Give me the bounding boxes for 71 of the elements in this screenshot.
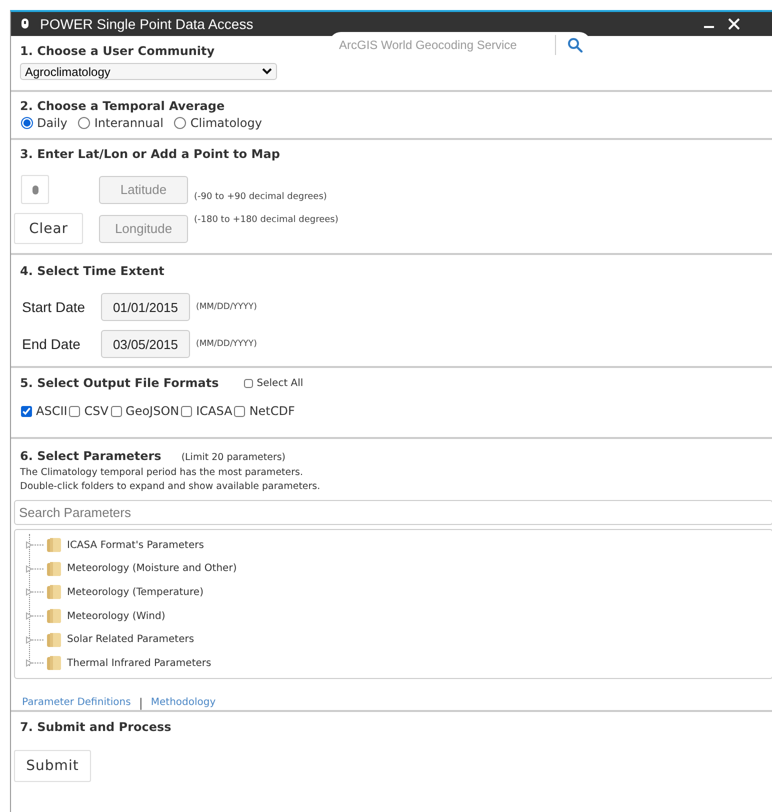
hint-text: (MM/DD/YYYY) <box>195 302 258 312</box>
field-label: Start Date <box>21 299 86 315</box>
field-label: End Date <box>21 336 82 352</box>
expander-icon[interactable] <box>26 541 46 550</box>
hint-text: (MM/DD/YYYY) <box>195 339 258 349</box>
expander-icon[interactable] <box>26 636 46 644</box>
radio-label: Climatology <box>190 116 262 130</box>
checkbox[interactable] <box>244 378 253 388</box>
latitude-field[interactable]: Latitude <box>99 176 188 204</box>
tree-item[interactable]: Meteorology (Wind) <box>67 610 166 622</box>
section-heading: 6. Select Parameters <box>20 448 162 464</box>
checkbox[interactable] <box>110 406 122 416</box>
tree-item[interactable]: Thermal Infrared Parameters <box>67 658 212 669</box>
section-heading: 4. Select Time Extent <box>20 263 164 279</box>
radio-button[interactable] <box>174 117 186 129</box>
longitude-field[interactable]: Longitude <box>99 214 188 242</box>
radio-label: Daily <box>37 116 68 130</box>
link[interactable]: Parameter Definitions <box>22 697 131 708</box>
checkbox-label: ICASA <box>196 404 232 418</box>
checkbox[interactable] <box>234 406 246 416</box>
radio-label: Interannual <box>94 116 164 130</box>
limit-note: (Limit 20 parameters) <box>181 451 286 465</box>
link[interactable]: Methodology <box>150 697 216 708</box>
section-heading: 7. Submit and Process <box>20 719 172 735</box>
geocoder-search-field[interactable]: ArcGIS World Geocoding Service <box>339 38 539 52</box>
close-icon[interactable] <box>728 18 740 30</box>
folder-icon <box>46 537 62 554</box>
checkbox[interactable] <box>69 406 80 416</box>
section-heading: 5. Select Output File Formats <box>20 375 219 391</box>
tree-item[interactable]: Solar Related Parameters <box>67 634 194 646</box>
chevron-icon <box>262 68 272 75</box>
pin-icon <box>21 18 29 30</box>
hint-text: (-180 to +180 decimal degrees) <box>193 215 340 225</box>
help-text: Double-click folders to expand and show available parameters. <box>20 480 322 494</box>
expander-icon[interactable] <box>26 612 46 620</box>
checkbox[interactable] <box>181 406 192 416</box>
folder-icon <box>46 560 62 577</box>
submit-button[interactable]: Submit <box>14 750 91 782</box>
folder-icon <box>46 608 62 624</box>
checkbox[interactable] <box>21 406 32 416</box>
add-point-button[interactable] <box>21 175 49 204</box>
folder-icon <box>46 584 62 600</box>
link-separator: | <box>138 696 143 710</box>
expander-icon[interactable] <box>26 588 46 596</box>
expander-icon[interactable] <box>26 659 46 668</box>
date-field[interactable]: 03/05/2015 <box>101 330 190 358</box>
section-heading: 1. Choose a User Community <box>20 43 215 59</box>
expander-icon[interactable] <box>26 564 46 573</box>
community-dropdown[interactable]: Agroclimatology <box>20 63 277 80</box>
window-title: POWER Single Point Data Access <box>40 16 254 32</box>
help-text: The Climatology temporal period has the most parameters. <box>20 466 304 480</box>
checkbox-label: CSV <box>84 404 109 418</box>
hint-text: (-90 to +90 decimal degrees) <box>193 192 328 202</box>
radio-button[interactable] <box>78 117 90 129</box>
folder-icon <box>46 632 62 648</box>
clear-button[interactable]: Clear <box>14 213 83 244</box>
folder-icon <box>46 655 62 672</box>
tree-item[interactable]: Meteorology (Temperature) <box>67 586 204 598</box>
checkbox-label: NetCDF <box>249 404 295 418</box>
search-field[interactable]: Search Parameters <box>14 500 772 524</box>
tree-item[interactable]: Meteorology (Moisture and Other) <box>67 563 237 574</box>
section-heading: 3. Enter Lat/Lon or Add a Point to Map <box>20 146 280 162</box>
pin-icon <box>32 184 38 194</box>
checkbox-label: GeoJSON <box>126 404 180 418</box>
radio-button[interactable] <box>21 117 33 129</box>
checkbox-label: ASCII <box>36 404 68 418</box>
section-heading: 2. Choose a Temporal Average <box>20 98 225 114</box>
search-icon[interactable] <box>567 37 583 53</box>
tree-item[interactable]: ICASA Format's Parameters <box>67 540 204 551</box>
checkbox-label: Select All <box>256 378 304 388</box>
date-field[interactable]: 01/01/2015 <box>101 293 190 321</box>
